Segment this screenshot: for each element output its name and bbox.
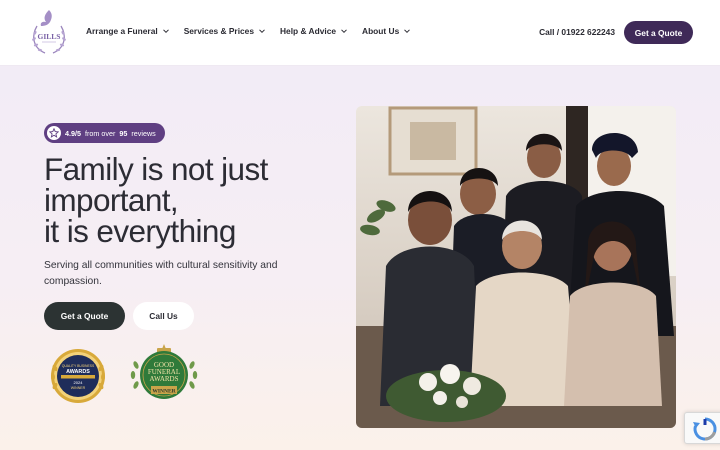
svg-text:WINNER: WINNER	[152, 389, 176, 395]
rating-badge: 4.9/5 from over 95 reviews	[44, 123, 165, 143]
recaptcha-badge[interactable]	[684, 412, 720, 444]
good-funeral-awards-badge: GOOD FUNERAL AWARDS WINNER	[130, 344, 198, 399]
nav-help-advice[interactable]: Help & Advice	[280, 26, 348, 36]
headline-line-3: it is everything	[44, 213, 236, 249]
quality-business-award-badge: QUALITY BUSINESS AWARDS 2024 WINNER	[51, 349, 105, 403]
hero-subtext: Serving all communities with cultural se…	[44, 260, 278, 287]
nav-label: Help & Advice	[280, 26, 337, 36]
svg-text:QUALITY BUSINESS: QUALITY BUSINESS	[62, 364, 95, 368]
site-header: GILLS Arrange a Funeral Services & Price…	[0, 0, 720, 66]
recaptcha-icon	[693, 417, 717, 441]
gills-logo[interactable]: GILLS	[27, 6, 71, 58]
chevron-down-icon	[404, 29, 411, 34]
chevron-down-icon	[341, 29, 347, 34]
rating-count: 95	[119, 128, 128, 138]
nav-label: Arrange a Funeral	[86, 26, 158, 36]
star-icon	[47, 126, 61, 140]
hero-headline: Family is not just important, it is ever…	[44, 151, 344, 249]
rating-from-text: from over	[85, 128, 116, 138]
headline-line-2: important,	[44, 182, 179, 218]
svg-text:AWARDS: AWARDS	[150, 375, 179, 383]
svg-text:2024: 2024	[74, 380, 84, 385]
call-phone-link[interactable]: Call / 01922 622243	[539, 27, 615, 37]
family-photo	[356, 106, 676, 428]
svg-text:WINNER: WINNER	[71, 386, 86, 390]
rating-score: 4.9/5	[65, 128, 81, 138]
svg-text:AWARDS: AWARDS	[66, 369, 90, 375]
nav-services-prices[interactable]: Services & Prices	[184, 26, 266, 36]
chevron-down-icon	[259, 29, 265, 34]
nav-arrange-a-funeral[interactable]: Arrange a Funeral	[86, 26, 170, 36]
logo-text: GILLS	[38, 32, 61, 41]
nav-about-us[interactable]: About Us	[362, 26, 411, 36]
nav-label: About Us	[362, 26, 400, 36]
get-a-quote-header-button[interactable]: Get a Quote	[624, 21, 693, 44]
nav-label: Services & Prices	[183, 26, 254, 36]
main-nav: Arrange a Funeral Services & Prices Help…	[86, 26, 411, 36]
call-us-button[interactable]: Call Us	[133, 302, 194, 330]
rating-reviews-text: reviews	[131, 128, 156, 138]
headline-line-1: Family is not just	[44, 151, 268, 187]
get-a-quote-button[interactable]: Get a Quote	[44, 302, 125, 330]
chevron-down-icon	[162, 29, 169, 34]
